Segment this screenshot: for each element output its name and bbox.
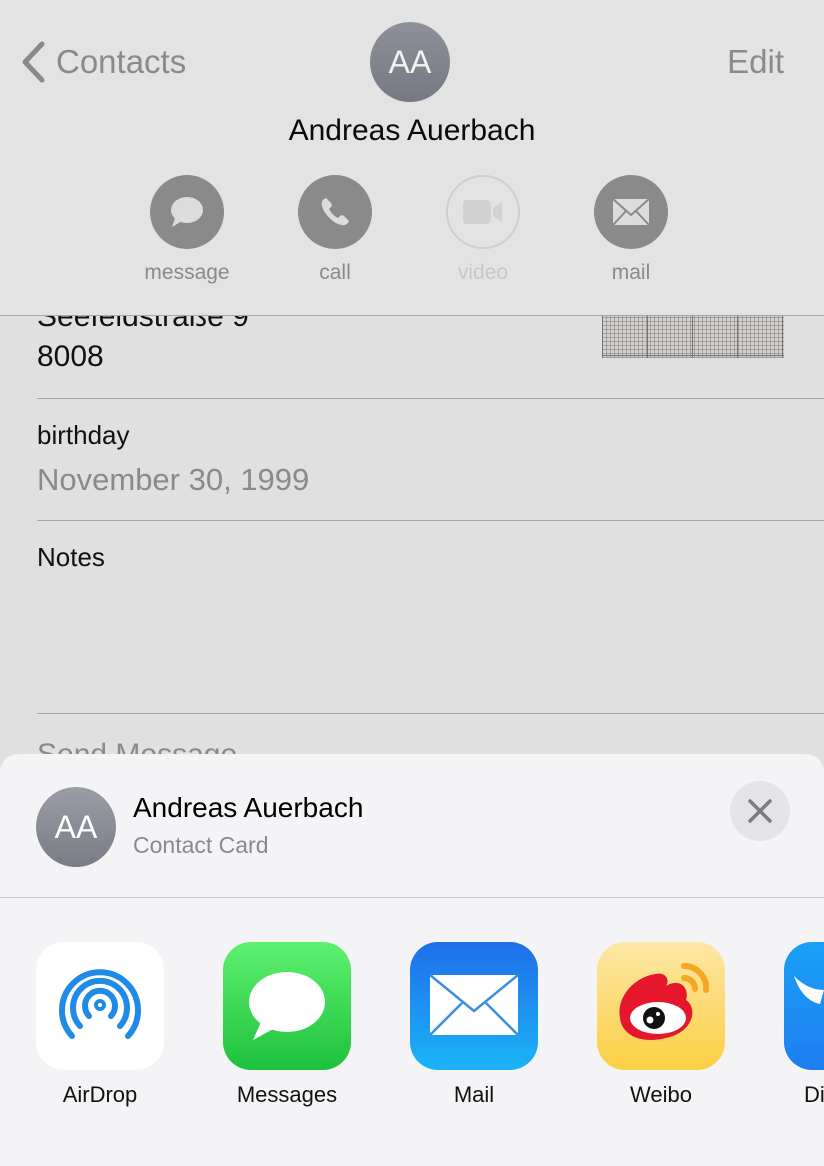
share-app-airdrop[interactable]: AirDrop [36, 942, 164, 1108]
envelope-icon [612, 198, 650, 226]
call-action-button[interactable]: call [285, 175, 385, 285]
birthday-value: November 30, 1999 [37, 462, 310, 497]
video-camera-icon [463, 200, 502, 224]
app-label: Mail [453, 1082, 495, 1107]
address-postal: 8008 [37, 340, 104, 373]
chevron-left-icon [22, 41, 45, 83]
back-label: Contacts [56, 43, 187, 80]
close-button[interactable] [730, 781, 790, 841]
share-avatar: AA [36, 787, 116, 867]
dingtalk-app-icon [784, 942, 824, 1070]
divider [37, 398, 824, 399]
action-label: call [319, 261, 351, 284]
app-label: AirDrop [62, 1082, 138, 1107]
address-map-thumbnail[interactable] [602, 316, 784, 358]
phone-icon [321, 198, 349, 226]
divider [37, 713, 824, 714]
back-button[interactable]: Contacts [20, 40, 186, 84]
contact-header: Contacts AA Edit Andreas Auerbach messag… [0, 0, 824, 316]
contact-name: Andreas Auerbach [288, 114, 536, 147]
close-icon [748, 799, 772, 823]
mail-action-button[interactable]: mail [581, 175, 681, 285]
action-label: mail [611, 261, 651, 284]
mail-app-icon [410, 942, 538, 1070]
share-subtitle: Contact Card [133, 832, 269, 858]
app-label: Messages [236, 1082, 338, 1107]
share-app-dingtalk[interactable]: Di [784, 942, 824, 1108]
action-label: video [457, 261, 509, 284]
messages-app-icon [223, 942, 351, 1070]
share-app-messages[interactable]: Messages [223, 942, 351, 1108]
share-sheet-header: AA Andreas Auerbach Contact Card [0, 754, 824, 898]
video-action-button[interactable]: video [433, 175, 533, 285]
message-action-button[interactable]: message [137, 175, 237, 285]
divider [37, 520, 824, 521]
avatar: AA [370, 22, 450, 102]
action-label: message [144, 261, 230, 284]
share-app-row: AirDrop Messages Mail Weibo Di [0, 942, 824, 1122]
contact-detail-screen: Seefeldstraße 9 8008 birthday November 3… [0, 0, 824, 1166]
app-label: Di [804, 1082, 824, 1107]
share-app-mail[interactable]: Mail [410, 942, 538, 1108]
birthday-label: birthday [37, 420, 130, 450]
share-app-weibo[interactable]: Weibo [597, 942, 725, 1108]
share-sheet: AA Andreas Auerbach Contact Card AirDrop… [0, 754, 824, 1166]
edit-button[interactable]: Edit [727, 40, 784, 84]
weibo-app-icon [597, 942, 725, 1070]
airdrop-icon [36, 942, 164, 1070]
notes-label[interactable]: Notes [37, 542, 105, 573]
app-label: Weibo [630, 1082, 692, 1107]
share-title: Andreas Auerbach [133, 792, 364, 823]
message-bubble-icon [171, 197, 203, 227]
